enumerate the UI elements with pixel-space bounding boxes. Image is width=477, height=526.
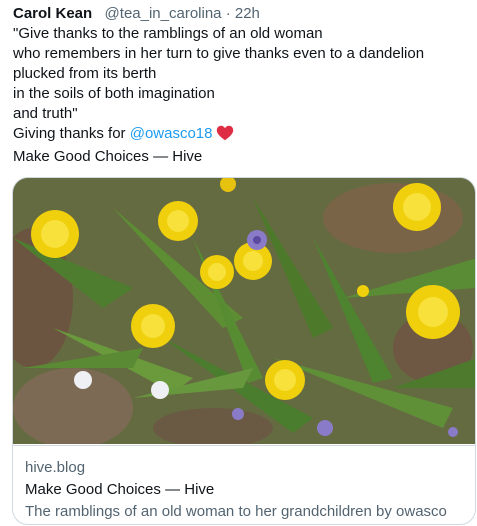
tweet: Carol Kean @tea_in_carolina · 22h "Give … [0,0,477,526]
thanks-line: Giving thanks for @owasco18 [13,124,468,147]
tweet-text: "Give thanks to the ramblings of an old … [13,24,468,167]
thanks-prefix: Giving thanks for [13,125,130,142]
card-title: Make Good Choices — Hive [25,481,215,498]
tweet-text-line: plucked from its berth [13,65,157,82]
separator-dot: · [225,5,231,22]
mention-link[interactable]: @owasco18 [130,125,213,142]
tweet-text-line: "Give thanks to the ramblings of an old … [13,25,323,42]
red-heart-icon [216,125,234,147]
last-line: Make Good Choices — Hive [13,148,203,165]
dandelion-photo[interactable] [13,178,476,444]
tweet-text-line: who remembers in her turn to give thanks… [13,45,425,62]
author-handle[interactable]: @tea_in_carolina [105,5,222,22]
link-card[interactable]: hive.blog Make Good Choices — Hive The r… [12,177,476,525]
timestamp[interactable]: 22h [235,5,260,22]
dandelion-flower [31,210,79,258]
author-name[interactable]: Carol Kean [13,5,92,22]
tweet-text-line: in the soils of both imagination [13,85,215,102]
card-domain: hive.blog [25,459,86,476]
tweet-text-line: and truth" [13,105,78,122]
card-description: The ramblings of an old woman to her gra… [25,503,447,520]
card-meta[interactable]: hive.blog Make Good Choices — Hive The r… [13,445,475,520]
tweet-header: Carol Kean @tea_in_carolina · 22h [13,4,260,24]
